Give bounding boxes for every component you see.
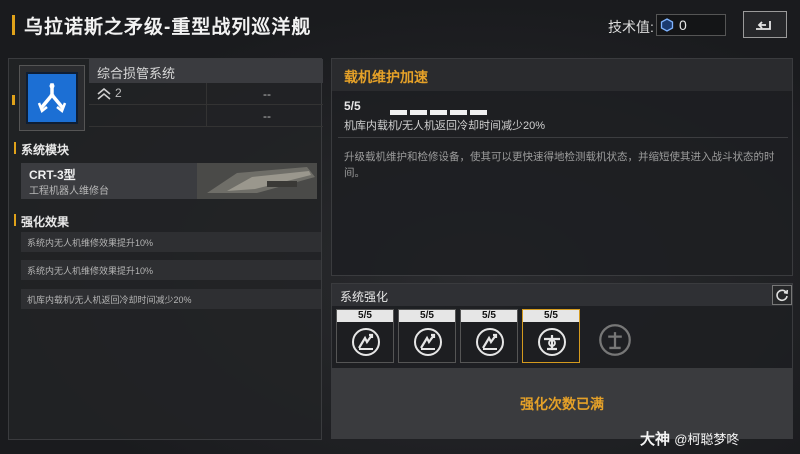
module-card[interactable]: CRT-3型 工程机器人维修台: [21, 163, 317, 199]
enhance-title-bar: 系统强化: [332, 284, 792, 306]
locked-enhance-slot: [586, 309, 644, 363]
repair-boost-icon: [414, 328, 442, 356]
stat-value: --: [263, 87, 271, 101]
level-pip: [450, 110, 467, 115]
enhance-title: 系统强化: [340, 290, 389, 304]
watermark-user: @柯聪梦咚: [674, 432, 740, 447]
enhance-slot[interactable]: 5/5: [460, 309, 518, 363]
level-cell: 2: [89, 83, 207, 105]
section-accent-bar: [14, 214, 16, 226]
stat-value: --: [263, 109, 271, 123]
system-accent-bar: [12, 95, 15, 105]
effects-section-title: 强化效果: [21, 215, 70, 229]
robot-arm-icon: [37, 83, 67, 114]
effect-text: 机库内载机/无人机返回冷却时间减少20%: [27, 295, 192, 305]
locked-enhance-icon: [599, 324, 631, 356]
system-name: 综合损管系统: [97, 66, 176, 81]
module-equipment-image: [197, 163, 317, 199]
tech-value-label: 技术值:: [608, 19, 654, 35]
watermark: 大神 @柯聪梦咚: [640, 428, 739, 449]
effect-row: 系统内无人机维修效果提升10%: [21, 232, 321, 252]
level-pip: [390, 110, 407, 115]
stat-cell: --: [207, 105, 323, 127]
tech-value: 0: [679, 17, 687, 33]
stat-cell: [89, 105, 207, 127]
refresh-icon: [776, 289, 789, 302]
system-stat-grid: 2 -- --: [89, 83, 323, 129]
carrier-maintenance-icon: [538, 328, 566, 356]
system-name-row: 综合损管系统: [89, 59, 323, 83]
system-enhance-panel: 系统强化 5/5 5/5 5/5 5/5 强化次数已满: [331, 283, 793, 439]
level-chevron-icon: [97, 88, 111, 100]
watermark-brand: 大神: [640, 431, 671, 448]
system-icon-frame: [19, 65, 85, 131]
enhance-slot-selected[interactable]: 5/5: [522, 309, 580, 363]
refresh-button[interactable]: [772, 285, 792, 305]
detail-effect: 机库内载机/无人机返回冷却时间减少20%: [344, 120, 546, 132]
damage-control-system-icon: [26, 72, 78, 124]
enhance-maxed-text: 强化次数已满: [520, 396, 604, 412]
page-title: 乌拉诺斯之矛级-重型战列巡洋舰: [24, 17, 312, 38]
effect-row: 机库内载机/无人机返回冷却时间减少20%: [21, 289, 321, 309]
slot-count: 5/5: [461, 310, 517, 322]
level-pip: [410, 110, 427, 115]
module-subtitle: 工程机器人维修台: [29, 186, 109, 197]
section-accent-bar: [14, 142, 16, 154]
repair-boost-icon: [476, 328, 504, 356]
stat-cell: --: [207, 83, 323, 105]
system-info-panel: 综合损管系统 2 -- -- 系统模块 CRT-3型 工程机器人维修台 强化效果…: [8, 58, 323, 440]
tech-value-box: 0: [656, 14, 726, 36]
slot-count: 5/5: [337, 310, 393, 322]
title-accent-bar: [12, 15, 15, 35]
detail-description: 升级载机维护和检修设备，使其可以更快速得地检测载机状态，并缩短使其进入战斗状态的…: [344, 151, 775, 179]
repair-boost-icon: [352, 328, 380, 356]
detail-level: 5/5: [344, 99, 361, 113]
detail-title: 载机维护加速: [344, 69, 428, 85]
slot-count: 5/5: [523, 310, 579, 322]
system-level: 2: [115, 86, 122, 100]
level-pip: [430, 110, 447, 115]
hexagon-icon: [660, 18, 674, 32]
header: 乌拉诺斯之矛级-重型战列巡洋舰 技术值: 0: [0, 0, 800, 50]
slot-count: 5/5: [399, 310, 455, 322]
back-arrow-icon: [756, 20, 771, 30]
module-section-title: 系统模块: [21, 143, 70, 157]
detail-title-bar: 载机维护加速: [332, 59, 792, 91]
level-pip: [470, 110, 487, 115]
effect-row: 系统内无人机维修效果提升10%: [21, 260, 321, 280]
enhance-slot[interactable]: 5/5: [336, 309, 394, 363]
back-button[interactable]: [743, 11, 787, 38]
effect-text: 系统内无人机维修效果提升10%: [27, 238, 154, 248]
enhancement-detail-panel: 载机维护加速 5/5 机库内载机/无人机返回冷却时间减少20% 升级载机维护和检…: [331, 58, 793, 276]
effect-text: 系统内无人机维修效果提升10%: [27, 266, 154, 276]
module-name: CRT-3型: [29, 168, 76, 182]
enhance-slot[interactable]: 5/5: [398, 309, 456, 363]
divider: [338, 137, 788, 138]
